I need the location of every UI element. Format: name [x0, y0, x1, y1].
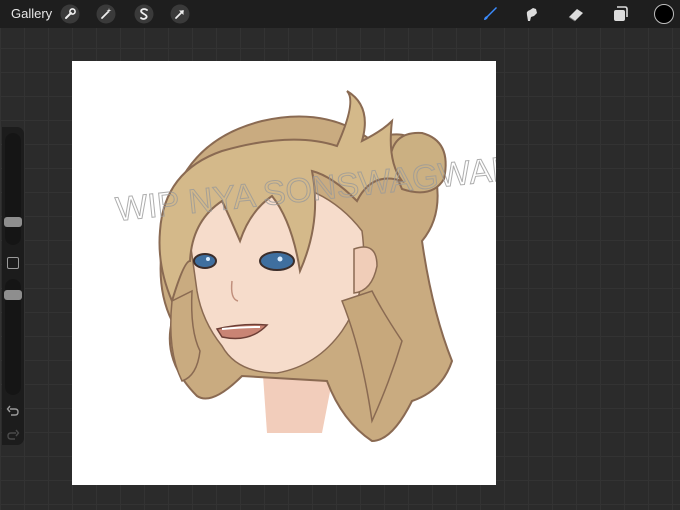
gallery-button[interactable]: Gallery: [11, 6, 52, 21]
redo-icon[interactable]: [6, 428, 20, 442]
layers-icon[interactable]: [610, 4, 630, 24]
selection-s-icon[interactable]: [134, 4, 154, 24]
top-toolbar: Gallery: [0, 0, 680, 28]
undo-icon[interactable]: [6, 404, 20, 418]
magic-wand-icon[interactable]: [96, 4, 116, 24]
opacity-thumb[interactable]: [4, 290, 22, 300]
artwork: WIP NYA SONSWAGWAN: [113, 90, 496, 443]
brush-size-thumb[interactable]: [4, 217, 22, 227]
transform-arrow-icon[interactable]: [170, 4, 190, 24]
color-swatch[interactable]: [654, 4, 674, 24]
opacity-slider[interactable]: [4, 279, 22, 395]
drawing-canvas[interactable]: WIP NYA SONSWAGWAN: [72, 61, 496, 485]
brush-icon[interactable]: [480, 4, 500, 24]
modify-button[interactable]: [7, 257, 19, 269]
smudge-icon[interactable]: [522, 4, 542, 24]
left-sidebar: [2, 127, 24, 445]
brush-size-slider[interactable]: [4, 133, 22, 245]
eraser-icon[interactable]: [566, 4, 586, 24]
wrench-icon[interactable]: [60, 4, 80, 24]
